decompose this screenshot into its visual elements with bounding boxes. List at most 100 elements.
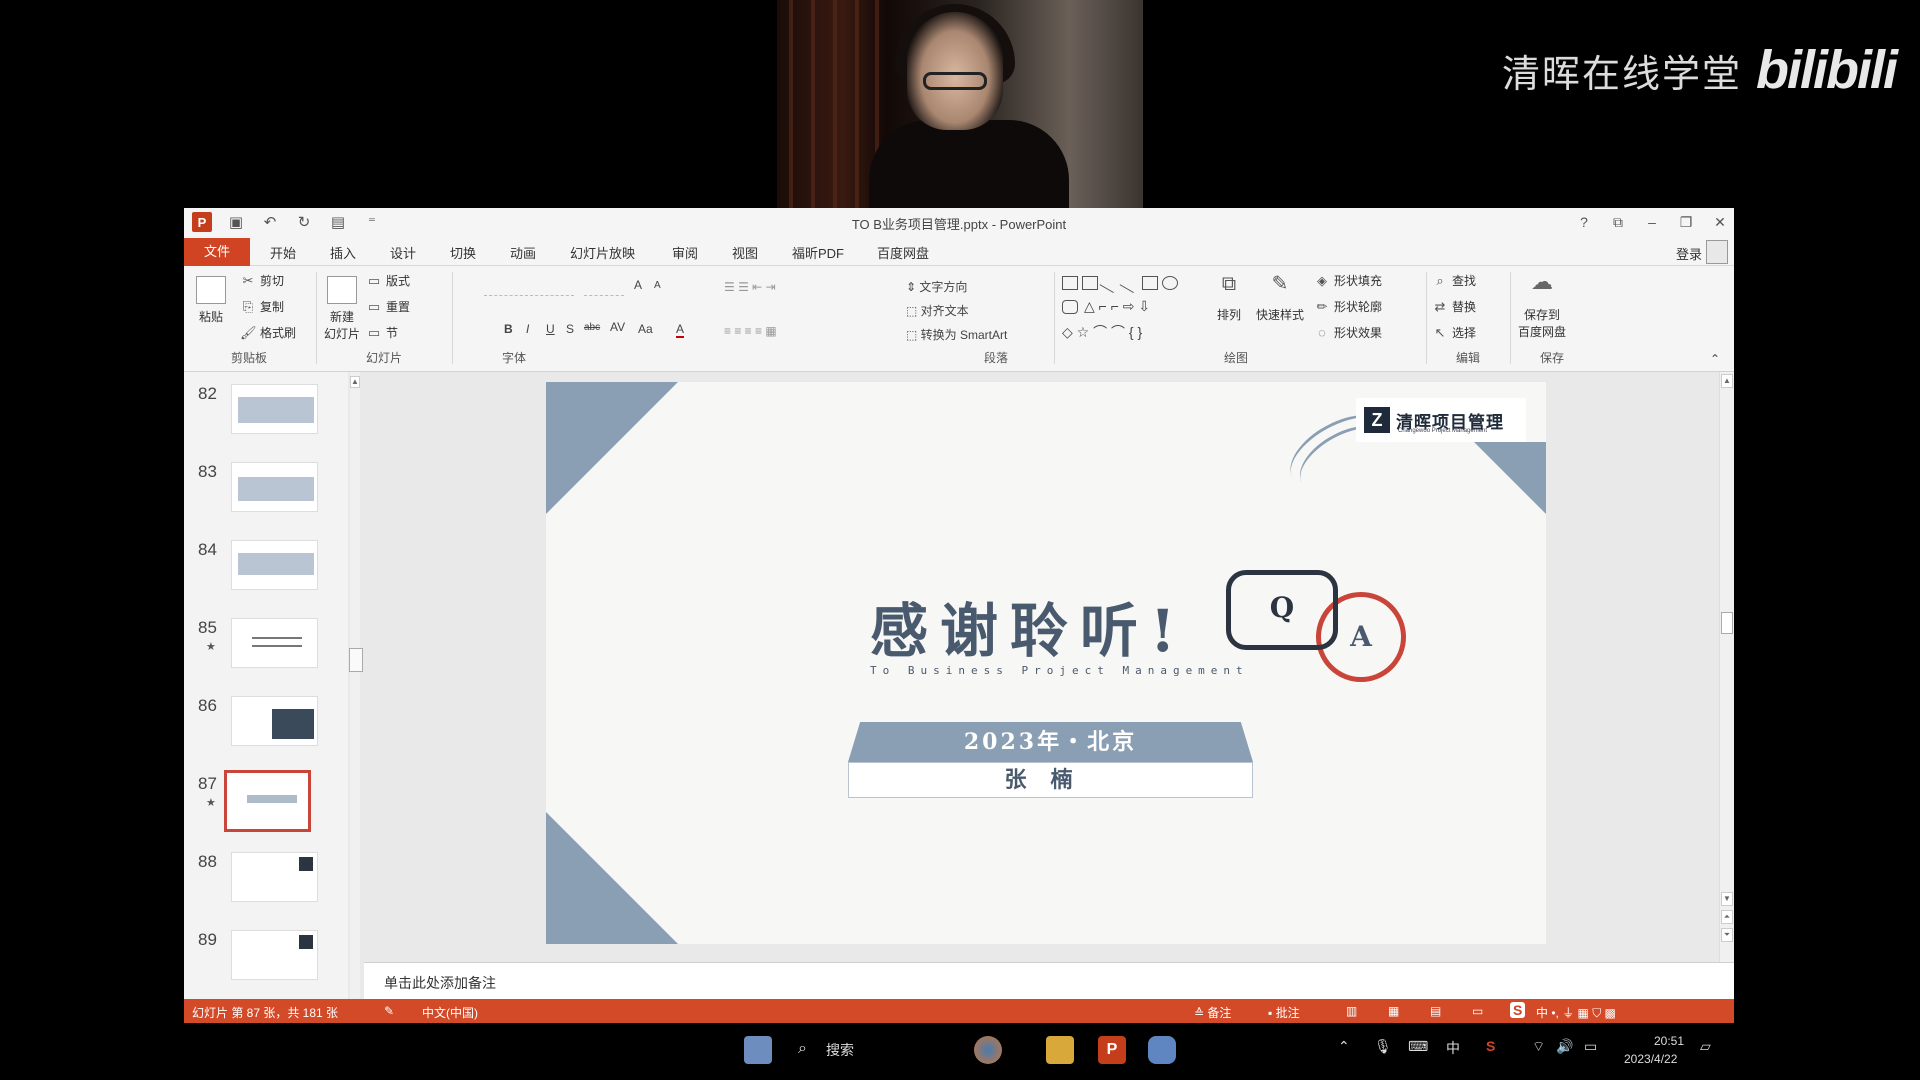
sign-in-link[interactable]: 登录 <box>1676 244 1702 263</box>
scroll-up-icon[interactable]: ▲ <box>350 376 360 388</box>
notes-toggle[interactable]: ≙ 备注 <box>1194 1004 1231 1021</box>
align-text-button[interactable]: ⬚ 对齐文本 <box>906 302 969 319</box>
bold-button[interactable]: B <box>504 322 513 336</box>
replace-button[interactable]: ⇄ 替换 <box>1432 298 1476 315</box>
arrange-button[interactable]: ⧉ 排列 <box>1216 274 1242 323</box>
help-button[interactable]: ? <box>1576 212 1592 232</box>
slide-scrollbar[interactable]: ▲ ▼ ⏶ ⏷ <box>1719 372 1734 962</box>
font-name-box[interactable] <box>484 278 574 296</box>
scroll-up-icon[interactable]: ▲ <box>1721 374 1733 388</box>
tab-foxit-pdf[interactable]: 福昕PDF <box>792 243 844 262</box>
tab-baidu-netdisk[interactable]: 百度网盘 <box>877 243 929 262</box>
tab-insert[interactable]: 插入 <box>330 243 356 262</box>
tab-home[interactable]: 开始 <box>270 243 296 262</box>
slide-thumbnail[interactable] <box>231 384 318 434</box>
tab-transitions[interactable]: 切换 <box>450 243 476 262</box>
microphone-icon[interactable]: 🎙 <box>1374 1038 1392 1055</box>
find-button[interactable]: ⌕ 查找 <box>1432 272 1476 289</box>
normal-view-icon[interactable]: ▥ <box>1346 1004 1357 1018</box>
tray-chevron-icon[interactable]: ⌃ <box>1338 1038 1350 1055</box>
shadow-button[interactable]: S <box>566 322 574 336</box>
font-size-box[interactable] <box>584 278 624 296</box>
shrink-font-button[interactable]: A <box>654 280 661 291</box>
format-painter-button[interactable]: 🖌 格式刷 <box>240 324 296 341</box>
convert-smartart-button[interactable]: ⬚ 转换为 SmartArt <box>906 326 1007 343</box>
slide-thumbnail[interactable] <box>231 618 318 668</box>
tab-design[interactable]: 设计 <box>390 243 416 262</box>
shape-effects-button[interactable]: ◌ 形状效果 <box>1314 324 1382 341</box>
close-button[interactable]: ✕ <box>1712 212 1728 232</box>
clock-time[interactable]: 20:51 <box>1654 1034 1684 1048</box>
sogou-ime-icon[interactable]: S <box>1510 1002 1526 1018</box>
strikethrough-button[interactable]: abc <box>584 322 600 333</box>
new-slide-button[interactable]: 新建 幻灯片 <box>324 276 360 342</box>
file-explorer-icon[interactable] <box>1046 1036 1074 1064</box>
shape-fill-button[interactable]: ◈ 形状填充 <box>1314 272 1382 289</box>
notes-placeholder[interactable]: 单击此处添加备注 <box>384 973 496 993</box>
save-to-baidu-button[interactable]: ☁ 保存到 百度网盘 <box>1518 271 1566 340</box>
minimize-button[interactable]: – <box>1644 212 1660 232</box>
ribbon-display-button[interactable]: ⧉ <box>1610 212 1626 232</box>
slide-sorter-icon[interactable]: ▦ <box>1388 1004 1399 1018</box>
notes-pane[interactable]: 单击此处添加备注 <box>364 962 1734 999</box>
previous-slide-icon[interactable]: ⏶ <box>1721 910 1733 924</box>
battery-icon[interactable]: ▭ <box>1584 1038 1597 1055</box>
app-icon[interactable] <box>1148 1036 1176 1064</box>
text-direction-button[interactable]: ⇕ 文字方向 <box>906 278 967 295</box>
tab-file[interactable]: 文件 <box>184 238 250 266</box>
maximize-button[interactable]: ❐ <box>1678 212 1694 232</box>
slide-thumbnail[interactable] <box>231 930 318 980</box>
underline-button[interactable]: U <box>546 322 555 336</box>
italic-button[interactable]: I <box>526 322 529 336</box>
tab-animations[interactable]: 动画 <box>510 243 536 262</box>
taskbar-search[interactable]: 搜索 <box>826 1040 854 1060</box>
widget-icon[interactable] <box>974 1036 1002 1064</box>
user-avatar-icon[interactable] <box>1706 240 1728 264</box>
change-case-button[interactable]: Aa <box>638 322 653 336</box>
search-icon[interactable]: ⌕ <box>798 1040 807 1058</box>
slide-thumbnail[interactable] <box>231 462 318 512</box>
tab-slideshow[interactable]: 幻灯片放映 <box>570 243 635 262</box>
cut-button[interactable]: ✂ 剪切 <box>240 272 284 289</box>
tab-view[interactable]: 视图 <box>732 243 758 262</box>
copy-button[interactable]: ⎘ 复制 <box>240 298 284 315</box>
clock-date[interactable]: 2023/4/22 <box>1624 1052 1677 1066</box>
paste-button[interactable]: 粘贴 <box>196 276 226 325</box>
volume-icon[interactable]: 🔊 <box>1556 1038 1573 1055</box>
wifi-icon[interactable]: ⌔ <box>1532 1038 1545 1056</box>
layout-button[interactable]: ▭ 版式 <box>366 272 410 289</box>
font-color-button[interactable]: A <box>676 322 685 338</box>
keyboard-icon[interactable]: ⌨ <box>1408 1038 1428 1055</box>
bullets-icon[interactable]: ☰ ☰ ⇤ ⇥ <box>724 280 776 294</box>
reading-view-icon[interactable]: ▤ <box>1430 1004 1441 1018</box>
ime-indicator[interactable]: 中 <box>1446 1038 1460 1058</box>
grow-font-button[interactable]: A <box>634 278 642 292</box>
thumbnail-scrollbar[interactable]: ▲ <box>349 372 363 999</box>
select-button[interactable]: ↖ 选择 <box>1432 324 1476 341</box>
align-icons[interactable]: ≡ ≡ ≡ ≡ ▦ <box>724 324 777 338</box>
quick-styles-button[interactable]: ✎ 快速样式 <box>1256 274 1304 323</box>
slide-thumbnail[interactable] <box>231 540 318 590</box>
scroll-down-icon[interactable]: ▼ <box>1721 892 1733 906</box>
slide-thumbnail-selected[interactable] <box>224 770 311 832</box>
spellcheck-icon[interactable]: ✎ <box>384 1004 394 1018</box>
scroll-handle[interactable] <box>1721 612 1733 634</box>
slide-thumbnail[interactable] <box>231 852 318 902</box>
section-button[interactable]: ▭ 节 <box>366 324 398 341</box>
ime-toolbar-icons[interactable]: 中 •, ⏚ ▦ ⛉ ▩ <box>1536 1004 1616 1021</box>
collapse-ribbon-icon[interactable]: ⌃ <box>1710 352 1720 366</box>
reset-button[interactable]: ▭ 重置 <box>366 298 410 315</box>
tab-review[interactable]: 审阅 <box>672 243 698 262</box>
next-slide-icon[interactable]: ⏷ <box>1721 928 1733 942</box>
char-spacing-button[interactable]: AV <box>610 320 625 334</box>
scroll-handle[interactable] <box>349 648 363 672</box>
powerpoint-taskbar-icon[interactable]: P <box>1098 1036 1126 1064</box>
slide-thumbnail[interactable] <box>231 696 318 746</box>
language-indicator[interactable]: 中文(中国) <box>422 1004 478 1021</box>
sogou-tray-icon[interactable]: S <box>1486 1038 1495 1054</box>
slideshow-view-icon[interactable]: ▭ <box>1472 1004 1483 1018</box>
windows-start-icon[interactable] <box>744 1036 772 1064</box>
notification-icon[interactable]: ▱ <box>1700 1038 1711 1055</box>
current-slide[interactable]: Z 清晖项目管理 Changewoo Project Management 感谢… <box>546 382 1546 944</box>
comments-toggle[interactable]: ▪ 批注 <box>1268 1004 1300 1021</box>
